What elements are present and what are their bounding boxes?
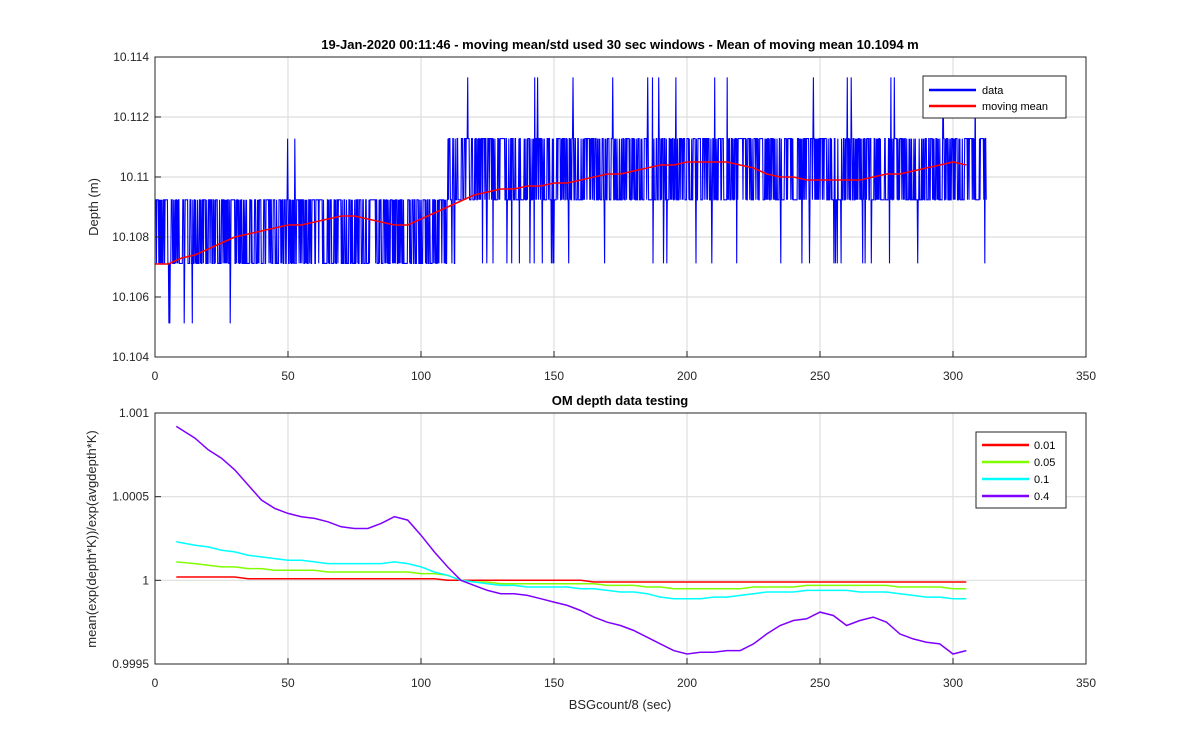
- top-y-tick-label-10-114: 10.114: [113, 50, 149, 64]
- top-chart-title: 19-Jan-2020 00:11:46 - moving mean/std u…: [321, 37, 919, 52]
- top-axes: 0 50 100 150 200 250 300 350 10.104 10.106 10.108 1…: [86, 37, 1096, 383]
- bottom-axes: 0 50 100 150 200 250 300 3500.999511.00051.001 …: [84, 393, 1096, 712]
- top-legend: data moving mean: [922, 75, 1067, 119]
- bottom-x-tick-label-0: 0: [152, 676, 159, 690]
- top-x-tick-label-50: 50: [281, 369, 295, 383]
- legend-label-0-1: 0.1: [1034, 474, 1049, 486]
- bottom-x-tick-label-50: 50: [281, 676, 295, 690]
- bottom-chart-title: OM depth data testing: [552, 393, 689, 408]
- bottom-y-tick-label-1-0005: 1.0005: [112, 490, 149, 504]
- top-y-tick-label-10-11: 10.11: [120, 170, 149, 184]
- top-y-axis-label: Depth (m): [86, 178, 101, 236]
- bottom-x-tick-label-250: 250: [810, 676, 830, 690]
- figure: 0 50 100 150 200 250 300 35010.10410.10610.1081…: [0, 0, 1200, 750]
- top-x-tick-label-0: 0: [152, 369, 159, 383]
- top-y-tick-label-10-106: 10.106: [112, 290, 149, 304]
- top-y-tick-label-10-112: 10.112: [113, 110, 149, 124]
- top-x-tick-label-300: 300: [943, 369, 963, 383]
- bottom-y-tick-label-0-9995: 0.9995: [112, 657, 149, 671]
- bottom-x-tick-label-300: 300: [943, 676, 963, 690]
- legend-label-data: data: [982, 85, 1004, 97]
- legend-label-0-05: 0.05: [1034, 457, 1055, 469]
- top-x-tick-label-100: 100: [411, 369, 431, 383]
- top-x-tick-label-200: 200: [677, 369, 697, 383]
- bottom-y-axis-label: mean(exp(depth*K))/exp(avgdepth*K): [84, 430, 99, 648]
- bottom-x-tick-label-150: 150: [544, 676, 564, 690]
- bottom-x-tick-label-100: 100: [411, 676, 431, 690]
- bottom-plot-area: [155, 413, 1086, 664]
- legend-label-moving-mean: moving mean: [982, 101, 1048, 113]
- legend-label-0-4: 0.4: [1034, 491, 1049, 503]
- top-x-tick-label-350: 350: [1076, 369, 1096, 383]
- top-x-tick-label-150: 150: [544, 369, 564, 383]
- bottom-x-axis-label: BSGcount/8 (sec): [569, 697, 672, 712]
- bottom-legend: 0.01 0.05 0.1 0.4: [975, 431, 1067, 509]
- top-x-tick-label-250: 250: [810, 369, 830, 383]
- top-y-tick-label-10-108: 10.108: [112, 230, 149, 244]
- bottom-x-tick-label-350: 350: [1076, 676, 1096, 690]
- legend-label-0-01: 0.01: [1034, 440, 1055, 452]
- bottom-y-tick-label-1-001: 1.001: [119, 406, 149, 420]
- top-y-tick-label-10-104: 10.104: [112, 350, 149, 364]
- bottom-x-tick-label-200: 200: [677, 676, 697, 690]
- bottom-y-tick-label-1: 1: [142, 573, 149, 587]
